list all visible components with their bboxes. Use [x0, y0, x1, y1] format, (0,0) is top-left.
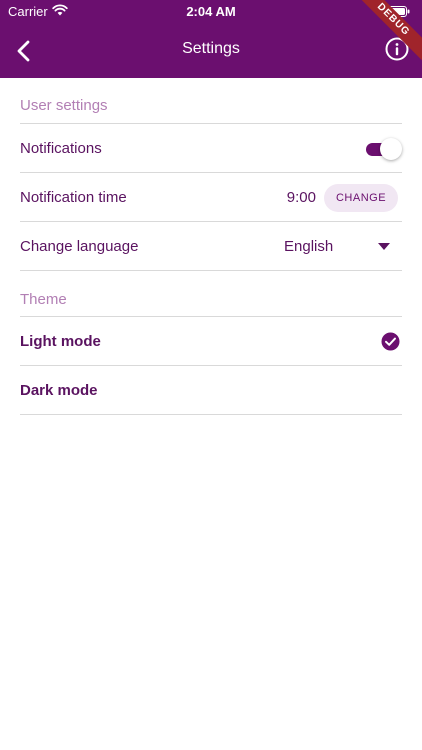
theme-option-dark[interactable]: Dark mode	[20, 366, 402, 415]
section-header-user-settings: User settings	[20, 78, 402, 124]
notifications-toggle[interactable]	[364, 138, 402, 160]
toggle-thumb	[380, 138, 402, 160]
language-row: Change language English	[20, 222, 402, 271]
language-value: English	[284, 238, 334, 255]
check-icon	[381, 332, 400, 351]
status-bar: Carrier 2:04 AM	[0, 0, 422, 24]
language-dropdown[interactable]: English	[282, 222, 402, 271]
page-title: Settings	[182, 40, 240, 57]
clock: 2:04 AM	[186, 4, 236, 19]
app-bar: Settings	[0, 24, 422, 78]
theme-option-light[interactable]: Light mode	[20, 317, 402, 366]
notification-time-value: 9:00	[286, 189, 316, 206]
settings-list: User settings Notifications Notification…	[20, 78, 402, 415]
dark-mode-label: Dark mode	[20, 382, 98, 399]
notifications-row: Notifications	[20, 124, 402, 173]
chevron-down-icon	[378, 243, 390, 250]
notification-time-row: Notification time 9:00 CHANGE	[20, 173, 402, 222]
language-label: Change language	[20, 238, 139, 255]
light-mode-label: Light mode	[20, 333, 101, 350]
notification-time-label: Notification time	[20, 189, 127, 206]
change-time-button[interactable]: CHANGE	[324, 184, 398, 212]
section-header-theme: Theme	[20, 271, 402, 317]
notifications-label: Notifications	[20, 140, 102, 157]
